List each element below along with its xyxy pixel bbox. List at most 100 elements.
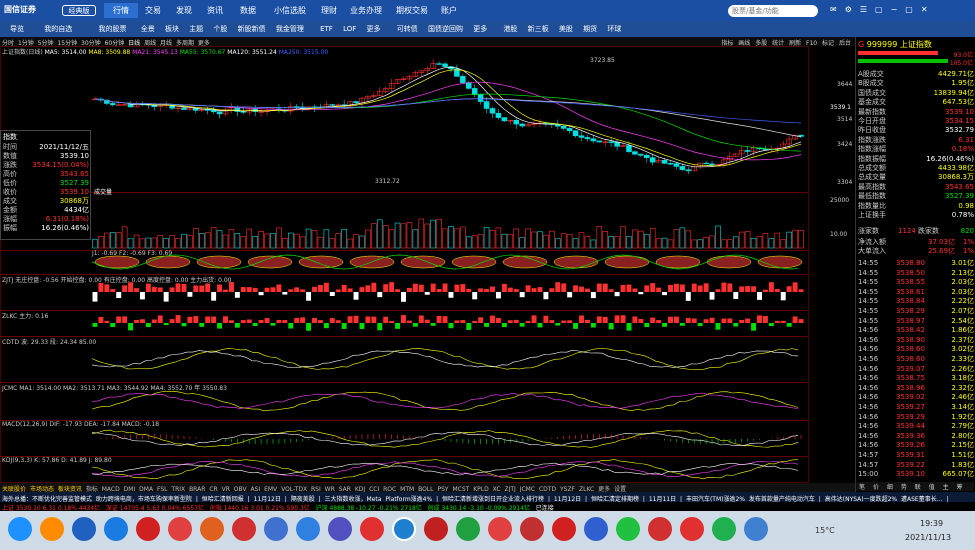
app-icon-19[interactable] <box>616 517 640 541</box>
classic-version-toggle[interactable]: 经典版 <box>62 5 96 16</box>
tick-row: 14:56 3539.02 2.46亿 <box>858 393 974 402</box>
info-row-pct: 涨幅 6.31(0.18%) <box>3 215 89 223</box>
tick-row: 14:55 3538.80 3.01亿 <box>858 259 974 267</box>
app-icon-6[interactable] <box>200 517 224 541</box>
app-icon-20[interactable] <box>648 517 672 541</box>
tick-row: 14:55 3538.97 2.54亿 <box>858 316 974 325</box>
toolbar-global[interactable]: 环球 <box>607 25 621 33</box>
app-icon-4[interactable] <box>136 517 160 541</box>
app-icon-16[interactable] <box>520 517 544 541</box>
app-icon-8[interactable] <box>264 517 288 541</box>
news-ticker[interactable]: 海外总播：不断优化完善监管模式 助力跨境电商，市场车购保率新型院 | 恒哈汇清新… <box>0 492 975 503</box>
volume-bar <box>554 238 561 249</box>
volume-bar <box>596 226 603 249</box>
toolbar-repo[interactable]: 国债逆回购 <box>428 25 463 33</box>
toolbar-neeq[interactable]: 新三板 <box>528 25 549 33</box>
tab-news[interactable]: 资讯 <box>202 3 228 18</box>
toolbar-my-stocks[interactable]: 我的股票 <box>98 25 126 33</box>
tab-chips[interactable]: 筹 <box>957 484 963 491</box>
tab-trade[interactable]: 交易 <box>140 3 166 18</box>
zjtj-bar <box>495 292 501 299</box>
toolbar-panorama[interactable]: 全景 <box>141 25 155 33</box>
zlkc-bar <box>543 315 549 323</box>
app-icon-7[interactable] <box>232 517 256 541</box>
zlkc-bar <box>685 317 691 323</box>
toolbar-more2[interactable]: 更多 <box>473 25 487 33</box>
toolbar-lof[interactable]: LOF <box>343 25 356 33</box>
toolbar-guide[interactable]: 导览 <box>10 25 24 33</box>
tick-row: 14:56 3539.36 2.80亿 <box>858 431 974 440</box>
volume-bar <box>667 239 674 249</box>
zjtj-bar <box>721 282 727 292</box>
zjtj-bar <box>715 289 721 292</box>
zlkc-bar <box>424 319 430 323</box>
app-icon-14[interactable] <box>456 517 480 541</box>
search-input[interactable] <box>728 5 818 17</box>
app-icon-23[interactable] <box>744 517 768 541</box>
tab-value[interactable]: 值 <box>929 484 935 491</box>
app-icon-17[interactable] <box>552 517 576 541</box>
window-controls[interactable]: ✉⚙☰▢−▢✕ <box>830 5 960 17</box>
tab-detail[interactable]: 细 <box>887 484 893 491</box>
zjtj-bar <box>335 289 341 292</box>
kline-chart[interactable]: 3723.85 3312.72 3644 3539.1 3514 3424 33… <box>0 46 855 483</box>
app-icon-1[interactable] <box>40 517 64 541</box>
tab-options[interactable]: 期权交易 <box>392 3 432 18</box>
zlkc-bar <box>745 318 751 323</box>
zjtj-bar <box>792 282 798 292</box>
wechat-icon[interactable] <box>712 517 736 541</box>
tab-discover[interactable]: 发现 <box>171 3 197 18</box>
tab-linked[interactable]: 联 <box>915 484 921 491</box>
app-icon-2[interactable] <box>72 517 96 541</box>
app-icon-13[interactable] <box>424 517 448 541</box>
toolbar-sector[interactable]: 板块 <box>165 25 179 33</box>
tab-ticks[interactable]: 笔 <box>859 484 865 491</box>
app-icon-active[interactable] <box>392 517 416 541</box>
app-icon-21[interactable] <box>680 517 704 541</box>
app-icon-10[interactable] <box>328 517 352 541</box>
zlkc-bar <box>276 319 282 323</box>
tab-price[interactable]: 价 <box>873 484 879 491</box>
toolbar-convertible[interactable]: 可转债 <box>397 25 418 33</box>
tab-trend[interactable]: 势 <box>901 484 907 491</box>
toolbar-asset-mgmt[interactable]: 我金管理 <box>276 25 304 33</box>
candle-body <box>293 106 300 108</box>
tab-stock-picker[interactable]: 小信选股 <box>270 3 310 18</box>
volume-bar <box>638 230 644 249</box>
start-icon[interactable] <box>8 517 32 541</box>
app-icon-15[interactable] <box>488 517 512 541</box>
tab-account[interactable]: 账户 <box>436 3 462 18</box>
toolbar-items[interactable]: 导览 我的自选 我的股票 全景 板块 主题 个股 新股新债 我金管理 ETF L… <box>4 24 621 34</box>
candle-body <box>703 162 709 165</box>
zjtj-bar <box>329 292 335 296</box>
quote-bottom-tabs[interactable]: 笔 价 细 势 联 值 主 筹 <box>856 482 974 491</box>
index-stat-row: 总成交量 30868.3万 <box>858 173 974 182</box>
volume-bar <box>721 239 727 249</box>
toolbar-futures[interactable]: 期货 <box>583 25 597 33</box>
toolbar-us[interactable]: 美股 <box>559 25 573 33</box>
zlkc-bar <box>780 320 786 323</box>
indicator-tab-bar[interactable]: 关联股价 市场动态 板块资讯 指标 MACD DMI DMA FSL TRIX … <box>0 483 855 493</box>
tab-main[interactable]: 主 <box>943 484 949 491</box>
toolbar-etf[interactable]: ETF <box>320 25 333 33</box>
toolbar-new-shares[interactable]: 新股新债 <box>238 25 266 33</box>
app-icon-18[interactable] <box>584 517 608 541</box>
toolbar-my-watchlist[interactable]: 我的自选 <box>44 25 72 33</box>
tab-market[interactable]: 行情 <box>104 3 138 18</box>
tab-data[interactable]: 数据 <box>235 3 261 18</box>
toolbar-hk[interactable]: 港股 <box>503 25 517 33</box>
zlkc-bar <box>145 323 151 328</box>
zjtj-bar <box>573 285 579 292</box>
toolbar-more1[interactable]: 更多 <box>367 25 381 33</box>
toolbar-stock[interactable]: 个股 <box>213 25 227 33</box>
zjtj-bar <box>383 284 389 292</box>
axis-label-1: 3644 <box>837 81 852 88</box>
toolbar-theme[interactable]: 主题 <box>189 25 203 33</box>
app-icon-5[interactable] <box>168 517 192 541</box>
app-icon-11[interactable] <box>360 517 384 541</box>
tab-wealth[interactable]: 理财 <box>316 3 342 18</box>
app-icon-3[interactable] <box>104 517 128 541</box>
app-icon-9[interactable] <box>296 517 320 541</box>
axis-label-2: 3514 <box>837 116 852 123</box>
tab-business[interactable]: 业务办理 <box>346 3 386 18</box>
